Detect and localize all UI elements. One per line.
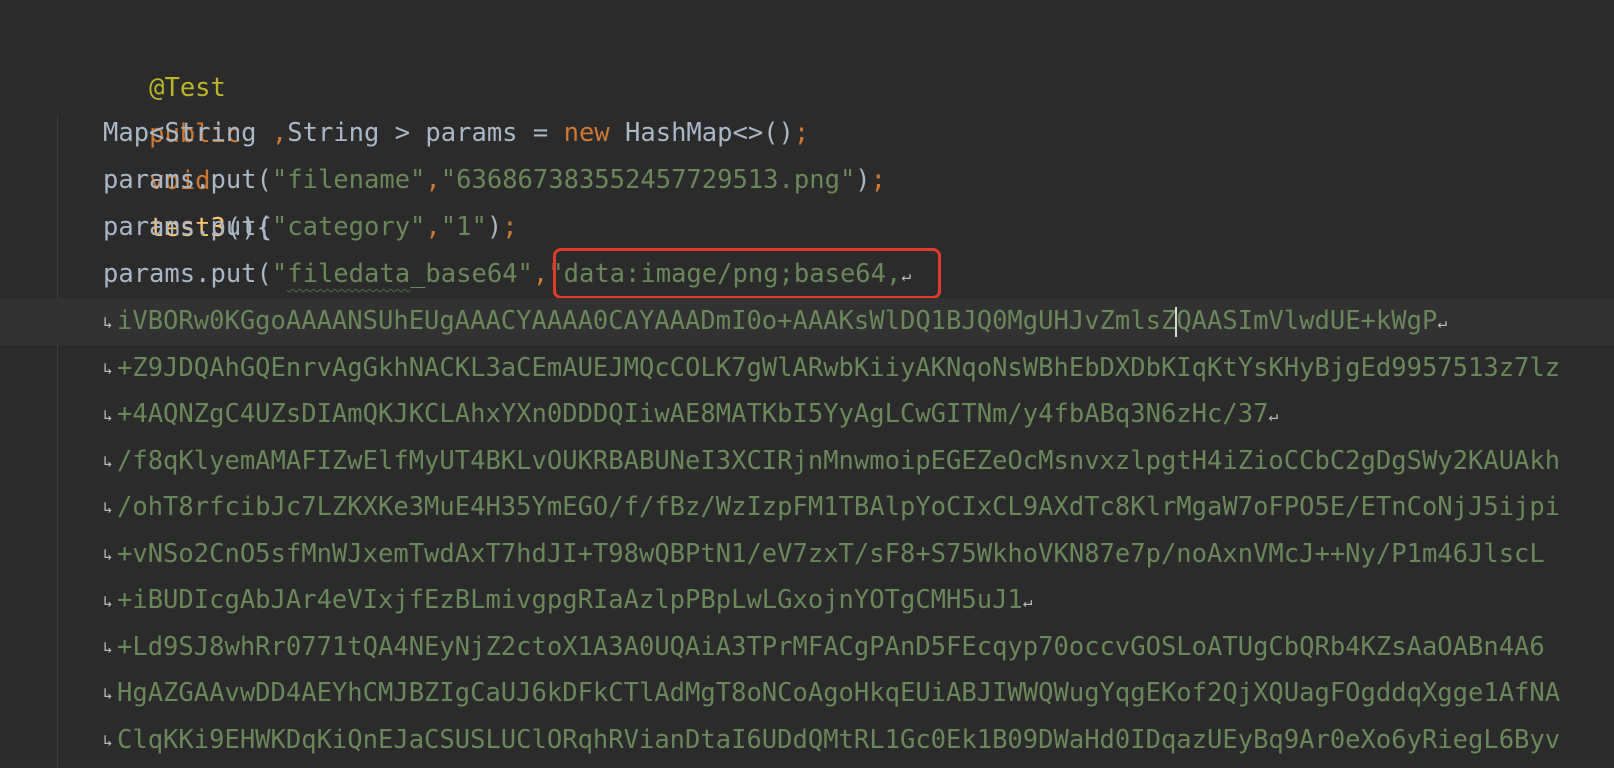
- code-line-2[interactable]: public void test3(){: [0, 64, 1614, 243]
- soft-wrap-start-icon: ↳: [103, 638, 113, 657]
- semicolon: ;: [870, 165, 887, 195]
- comma: ,: [425, 212, 441, 242]
- soft-wrap-end-icon: ↵: [1437, 312, 1447, 332]
- base64-text: QAASImVlwdUE+kWgP: [1176, 306, 1438, 336]
- string-literal-rest: _base64": [410, 259, 533, 289]
- soft-wrap-start-icon: ↳: [103, 405, 113, 425]
- soft-wrap-start-icon: ↳: [103, 452, 113, 471]
- string-literal: "636867383552457729513.png": [440, 165, 856, 195]
- string-literal-typo-word: filedata: [287, 259, 411, 289]
- string-literal: "filename": [271, 165, 426, 195]
- code-line-wrapped-9[interactable]: ↳ HgAZGAAvwDD4AEYhCMJBZIgCaUJ6kDFkCTlAdMg…: [0, 670, 1614, 717]
- string-literal: "1": [440, 212, 487, 242]
- soft-wrap-end-icon: ↵: [1268, 405, 1279, 425]
- base64-text: +Z9JDQAhGQEnrvAgGkhNACKL3aCEmAUEJMQcCOLK…: [117, 353, 1561, 383]
- soft-wrap-start-icon: ↳: [103, 359, 113, 378]
- base64-text: /f8qKlyemAMAFIZwElfMyUT4BKLvOUKRBABUNeI3…: [117, 446, 1561, 476]
- method-call: params.put(: [103, 165, 272, 195]
- code-line-wrapped-6[interactable]: ↳ +vNSo2CnO5sfMnWJxemTwdAxT7hdJI+T98wQBPt…: [0, 531, 1614, 578]
- base64-text: iVBORw0KGgoAAAANSUhEUgAAACYAAAA0CAYAAADm…: [117, 306, 1177, 336]
- string-literal: "category": [271, 212, 426, 242]
- code-line-wrapped-4[interactable]: ↳/f8qKlyemAMAFIZwElfMyUT4BKLvOUKRBABUNeI…: [0, 438, 1614, 485]
- code-line-4[interactable]: params.put("filename","63686738355245772…: [0, 157, 1614, 204]
- code-line-wrapped-8[interactable]: ↳ +Ld9SJ8whRr0771tQA4NEyNjZ2ctoX1A3A0UQAi…: [0, 624, 1614, 671]
- code-line-wrapped-2[interactable]: ↳ +Z9JDQAhGQEnrvAgGkhNACKL3aCEmAUEJMQcCOL…: [0, 345, 1614, 392]
- base64-prefix-string: "data:image/png;base64,: [548, 259, 902, 289]
- base64-text: /ohT8rfcibJc7LZKXKe3MuE4H35YmEGO/f/fBz/W…: [117, 492, 1561, 522]
- comma: ,: [425, 165, 441, 195]
- base64-text: ClqKKi9EHWKDqKiQnEJaCSUSLUClORqhRVianDta…: [117, 725, 1561, 755]
- code-editor[interactable]: @Test public void test3(){ Map<String ,S…: [0, 0, 1614, 768]
- code-line-wrapped-3[interactable]: ↳ +4AQNZgC4UZsDIAmQKJKCLAhxYXn0DDDQIiwAE8…: [0, 391, 1614, 438]
- base64-text: HgAZGAAvwDD4AEYhCMJBZIgCaUJ6kDFkCTlAdMgT…: [117, 678, 1561, 708]
- base64-text: +4AQNZgC4UZsDIAmQKJKCLAhxYXn0DDDQIiwAE8M…: [117, 399, 1269, 429]
- comma: ,: [271, 118, 288, 148]
- code-line-wrapped-5[interactable]: ↳/ohT8rfcibJc7LZKXKe3MuE4H35YmEGO/f/fBz/…: [0, 484, 1614, 531]
- base64-text: +iBUDIcgAbJAr4eVIxjfEzBLmivgpgRIaAzlpPBp…: [117, 585, 1023, 615]
- semicolon: ;: [793, 118, 810, 148]
- soft-wrap-start-icon: ↳: [103, 591, 113, 611]
- declaration-type: Map<String: [103, 118, 272, 148]
- code-line-wrapped-1[interactable]: ↳ iVBORw0KGgoAAAANSUhEUgAAACYAAAA0CAYAAAD…: [0, 298, 1614, 345]
- code-line-5[interactable]: params.put("category","1");: [0, 204, 1614, 251]
- comma: ,: [532, 259, 549, 289]
- method-call: params.put(: [103, 212, 272, 242]
- method-call: params.put(: [103, 259, 272, 289]
- soft-wrap-start-icon: ↳: [103, 731, 113, 750]
- soft-wrap-end-icon: ↵: [901, 265, 912, 285]
- code-line-6[interactable]: params.put("filedata_base64","data:image…: [0, 251, 1614, 298]
- soft-wrap-start-icon: ↳: [103, 312, 113, 332]
- soft-wrap-start-icon: ↳: [103, 684, 113, 703]
- base64-text: +vNSo2CnO5sfMnWJxemTwdAxT7hdJI+T98wQBPtN…: [117, 539, 1545, 569]
- code-line-wrapped-10[interactable]: ↳ ClqKKi9EHWKDqKiQnEJaCSUSLUClORqhRVianDt…: [0, 717, 1614, 764]
- close-paren: ): [486, 212, 503, 242]
- constructor-call: HashMap<>(): [609, 118, 794, 148]
- string-literal-quote: ": [271, 259, 288, 289]
- soft-wrap-start-icon: ↳: [103, 498, 113, 517]
- code-line-wrapped-7[interactable]: ↳ +iBUDIcgAbJAr4eVIxjfEzBLmivgpgRIaAzlpPB…: [0, 577, 1614, 624]
- semicolon: ;: [502, 212, 518, 242]
- keyword-new: new: [563, 118, 610, 148]
- soft-wrap-end-icon: ↵: [1022, 591, 1033, 611]
- close-paren: ): [855, 165, 871, 195]
- declaration-type-2: String > params =: [287, 118, 564, 148]
- soft-wrap-start-icon: ↳: [103, 545, 113, 564]
- code-line-3[interactable]: Map<String ,String > params = new HashMa…: [0, 110, 1614, 157]
- base64-text: +Ld9SJ8whRr0771tQA4NEyNjZ2ctoX1A3A0UQAiA…: [117, 632, 1545, 662]
- code-line-1[interactable]: @Test: [0, 18, 1614, 103]
